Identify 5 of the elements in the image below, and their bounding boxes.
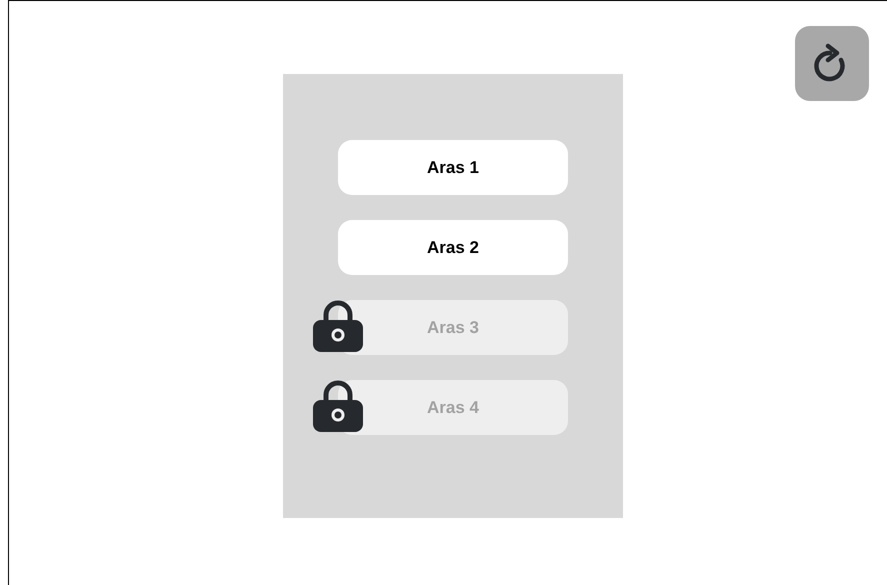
lock-icon [313,380,363,432]
restart-button[interactable] [795,26,869,101]
level-button[interactable]: Aras 1 [338,140,568,195]
level-button[interactable]: Aras 2 [338,220,568,275]
lock-icon [313,300,363,352]
